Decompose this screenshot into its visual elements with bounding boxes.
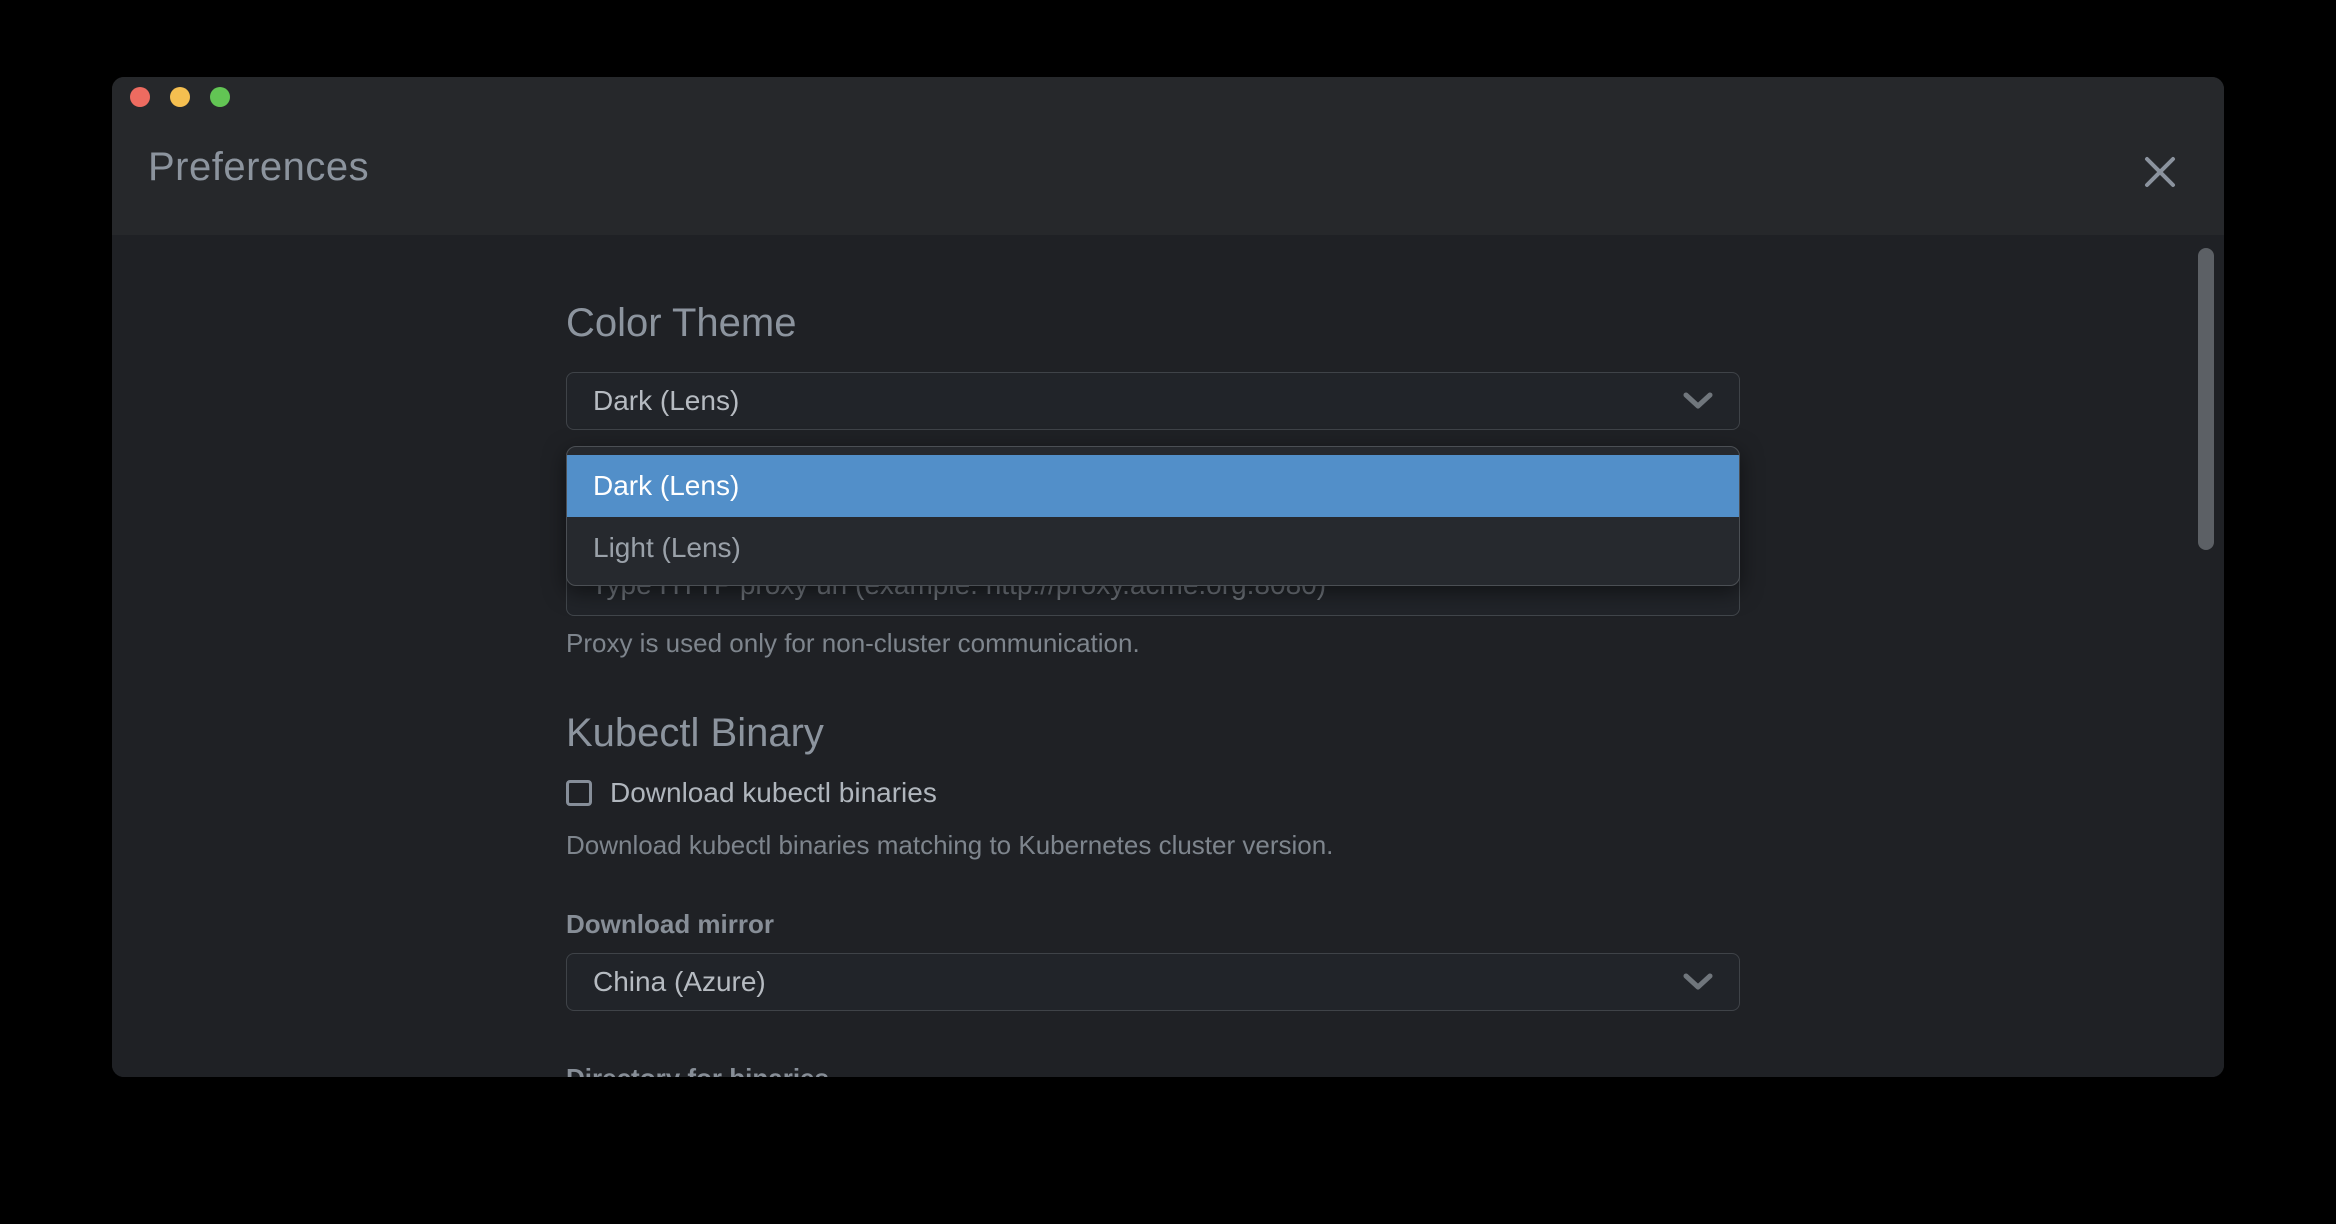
proxy-hint-text: Proxy is used only for non-cluster commu… bbox=[566, 627, 1140, 659]
close-icon bbox=[2141, 153, 2179, 194]
chevron-down-icon bbox=[1683, 392, 1713, 410]
vertical-scrollbar-thumb[interactable] bbox=[2198, 248, 2214, 550]
close-window-button[interactable] bbox=[130, 87, 150, 107]
download-mirror-label: Download mirror bbox=[566, 909, 774, 940]
download-mirror-select-value: China (Azure) bbox=[593, 966, 1683, 998]
color-theme-heading: Color Theme bbox=[566, 299, 1740, 347]
directory-for-binaries-label: Directory for binaries bbox=[566, 1063, 829, 1077]
dropdown-option-label: Light (Lens) bbox=[593, 532, 741, 564]
download-mirror-select[interactable]: China (Azure) bbox=[566, 953, 1740, 1011]
download-kubectl-checkbox-label: Download kubectl binaries bbox=[610, 777, 937, 809]
color-theme-select-value: Dark (Lens) bbox=[593, 385, 1683, 417]
download-kubectl-checkbox[interactable] bbox=[566, 780, 592, 806]
title-bar: Preferences bbox=[112, 77, 2224, 235]
kubectl-hint-text: Download kubectl binaries matching to Ku… bbox=[566, 829, 1333, 861]
dropdown-option-light-lens[interactable]: Light (Lens) bbox=[567, 517, 1739, 579]
dropdown-option-label: Dark (Lens) bbox=[593, 470, 739, 502]
color-theme-dropdown: Dark (Lens) Light (Lens) bbox=[566, 446, 1740, 586]
minimize-window-button[interactable] bbox=[170, 87, 190, 107]
download-kubectl-checkbox-row[interactable]: Download kubectl binaries bbox=[566, 777, 937, 809]
close-button[interactable] bbox=[2136, 149, 2184, 197]
kubectl-binary-heading: Kubectl Binary bbox=[566, 709, 1740, 757]
maximize-window-button[interactable] bbox=[210, 87, 230, 107]
color-theme-select[interactable]: Dark (Lens) bbox=[566, 372, 1740, 430]
preferences-content bbox=[112, 235, 2224, 1077]
preferences-window: Preferences Color Theme Dark (Lens) bbox=[112, 77, 2224, 1077]
page-title: Preferences bbox=[148, 143, 369, 191]
traffic-lights bbox=[130, 87, 230, 107]
screen: Preferences Color Theme Dark (Lens) bbox=[0, 0, 2336, 1224]
dropdown-option-dark-lens[interactable]: Dark (Lens) bbox=[567, 455, 1739, 517]
chevron-down-icon bbox=[1683, 973, 1713, 991]
